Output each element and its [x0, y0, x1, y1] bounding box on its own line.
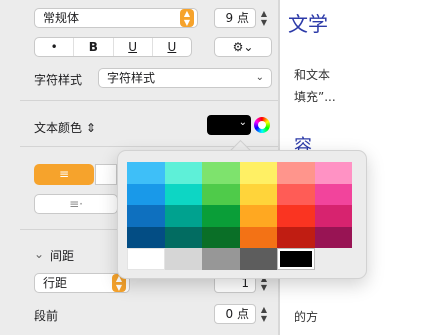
spacing-label: 间距	[50, 249, 75, 263]
color-swatch[interactable]	[239, 183, 277, 205]
text-color-well[interactable]: ⌄	[207, 115, 251, 135]
color-palette-popover	[117, 150, 367, 279]
empty-swatch-slot	[315, 248, 353, 270]
space-before-label: 段前	[34, 309, 59, 323]
advanced-options-button[interactable]: ⚙︎⌄	[214, 37, 272, 57]
space-before-field[interactable]: 0 点	[214, 304, 256, 324]
color-swatch[interactable]	[239, 226, 277, 248]
align-left-button[interactable]: ≡	[34, 164, 94, 185]
color-swatch[interactable]	[202, 183, 240, 205]
color-swatch[interactable]	[164, 162, 202, 184]
indent-segmented: ≡·	[34, 194, 118, 214]
text-color-label: 文本颜色 ⇕	[34, 121, 96, 135]
color-swatch[interactable]	[127, 162, 165, 184]
font-size-stepper[interactable]: ▲ ▼	[259, 9, 269, 27]
space-before-stepper[interactable]: ▲ ▼	[259, 305, 269, 323]
color-swatch[interactable]	[164, 205, 202, 227]
color-swatch[interactable]	[314, 205, 352, 227]
font-family-select[interactable]: 常规体	[34, 8, 198, 28]
doc-text-line: 和文本	[294, 68, 331, 82]
color-swatch[interactable]	[314, 162, 352, 184]
divider	[20, 100, 278, 101]
color-swatch[interactable]	[277, 226, 315, 248]
color-swatch[interactable]	[277, 162, 315, 184]
bullet-style-button[interactable]: •	[35, 38, 75, 56]
doc-text-line: 的方	[294, 310, 319, 324]
font-size-value: 9 点	[225, 11, 249, 25]
color-swatch[interactable]	[164, 226, 202, 248]
indent-icon[interactable]: ≡·	[35, 195, 117, 213]
spacing-disclosure-icon[interactable]: ⌄	[34, 247, 44, 261]
doc-heading: 文学	[288, 12, 328, 36]
chevron-down-icon: ⌄	[255, 72, 264, 83]
align-left-icon: ≡	[58, 167, 70, 181]
color-swatch[interactable]	[239, 162, 277, 184]
doc-text-line: 填充”...	[294, 90, 336, 104]
char-style-label: 字符样式	[34, 73, 83, 87]
color-swatch[interactable]	[277, 183, 315, 205]
color-swatch[interactable]	[127, 248, 165, 270]
char-style-select[interactable]: 字符样式 ⌄	[98, 68, 272, 88]
color-swatch[interactable]	[314, 226, 352, 248]
color-swatch[interactable]	[127, 205, 165, 227]
char-style-value: 字符样式	[107, 71, 156, 85]
color-swatch[interactable]	[277, 248, 315, 270]
color-swatch[interactable]	[314, 183, 352, 205]
color-swatch[interactable]	[127, 183, 165, 205]
line-spacing-value: 行距	[43, 276, 68, 290]
underline-button[interactable]: U	[153, 38, 191, 56]
color-swatch[interactable]	[239, 205, 277, 227]
text-style-segmented: • B U U	[34, 37, 192, 57]
chevron-down-icon: ⌄	[238, 117, 247, 128]
font-family-value: 常规体	[43, 11, 80, 25]
space-before-value: 0 点	[225, 307, 249, 321]
color-swatch[interactable]	[127, 226, 165, 248]
color-swatch[interactable]	[202, 226, 240, 248]
font-family-stepper[interactable]: ▲ ▼	[180, 9, 194, 27]
color-wheel-icon[interactable]	[254, 117, 270, 133]
bold-button[interactable]: B	[74, 38, 114, 56]
color-swatch[interactable]	[164, 248, 202, 270]
font-size-field[interactable]: 9 点	[214, 8, 256, 28]
gear-icon: ⚙︎⌄	[232, 40, 254, 54]
color-swatch-grid	[127, 162, 356, 270]
color-swatch[interactable]	[202, 162, 240, 184]
italic-button[interactable]: U	[114, 38, 153, 56]
color-swatch[interactable]	[202, 205, 240, 227]
color-swatch[interactable]	[164, 183, 202, 205]
color-swatch[interactable]	[202, 248, 240, 270]
align-center-button[interactable]	[95, 164, 117, 185]
color-swatch[interactable]	[277, 205, 315, 227]
color-swatch[interactable]	[239, 248, 277, 270]
